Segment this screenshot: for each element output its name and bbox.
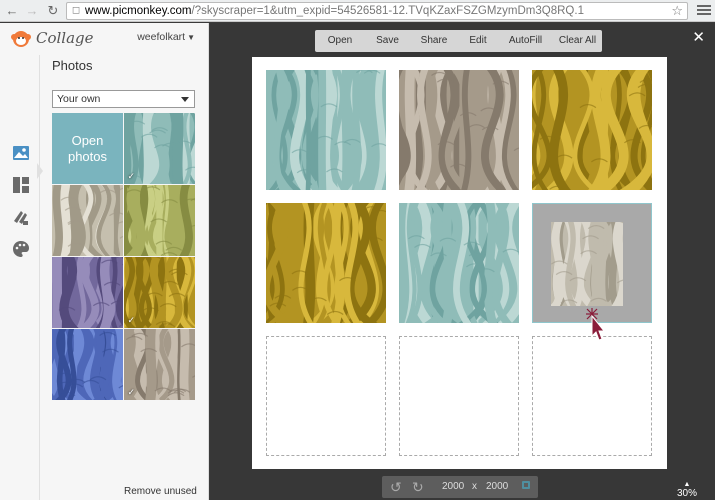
edit-button[interactable]: Edit — [458, 30, 498, 52]
collage-cell-drop-target[interactable] — [532, 203, 652, 323]
reload-icon[interactable]: ↻ — [45, 3, 61, 19]
photo-thumbnail[interactable] — [52, 257, 123, 328]
url-text[interactable]: www.picmonkey.com/?skyscraper=1&utm_expi… — [85, 5, 665, 17]
save-button[interactable]: Save — [365, 30, 410, 52]
canvas-width-value[interactable]: 2000 — [442, 481, 464, 492]
zoom-up-icon: ▲ — [683, 481, 691, 488]
browser-chrome: ← → ↻ ◻ www.picmonkey.com/?skyscraper=1&… — [0, 0, 715, 22]
top-toolbar: Open Save Share Edit AutoFill Clear All — [315, 30, 602, 52]
user-menu[interactable]: weefolkart ▼ — [137, 31, 195, 43]
url-host: www.picmonkey.com — [85, 5, 192, 17]
used-check-icon: ✓ — [127, 171, 135, 181]
clear-all-button[interactable]: Clear All — [553, 30, 602, 52]
forward-arrow-icon[interactable]: → — [24, 3, 40, 19]
undo-icon[interactable]: ↺ — [390, 479, 402, 496]
photo-thumbnail[interactable]: ✓ — [124, 113, 195, 184]
collage-cell-empty[interactable] — [532, 336, 652, 456]
collage-workspace: Open Save Share Edit AutoFill Clear All … — [210, 23, 715, 500]
open-photos-label: Open photos — [67, 132, 108, 164]
photo-source-select[interactable]: Your own — [52, 90, 195, 108]
page-info-icon[interactable]: ◻ — [68, 3, 84, 19]
url-path: /?skyscraper=1&utm_expid=54526581-12.TVq… — [191, 5, 584, 17]
autofill-button[interactable]: AutoFill — [498, 30, 553, 52]
palette-icon[interactable] — [11, 239, 31, 259]
themes-icon[interactable] — [11, 207, 31, 227]
share-button[interactable]: Share — [410, 30, 458, 52]
dimension-separator: x — [472, 481, 477, 492]
monkey-logo-icon — [11, 31, 31, 47]
dragged-photo-preview — [551, 222, 623, 306]
used-check-icon: ✓ — [127, 315, 135, 325]
used-check-icon: ✓ — [127, 387, 135, 397]
collage-cell-photo[interactable] — [399, 203, 519, 323]
photo-thumbnail[interactable]: ✓ — [124, 329, 195, 400]
layouts-icon[interactable] — [11, 175, 31, 195]
lock-ratio-icon[interactable] — [522, 481, 530, 489]
photo-thumbnail[interactable]: ✓ — [124, 257, 195, 328]
close-icon[interactable]: ✕ — [692, 28, 705, 46]
collage-cell-photo[interactable] — [266, 70, 386, 190]
logo-text: Collage — [36, 29, 94, 47]
collage-cell-photo[interactable] — [266, 203, 386, 323]
browser-menu-icon[interactable] — [697, 3, 711, 17]
redo-icon[interactable]: ↻ — [412, 479, 424, 496]
zoom-level: 30% — [676, 488, 697, 499]
active-tab-notch — [37, 163, 43, 179]
collage-canvas[interactable] — [252, 57, 667, 469]
left-panel: Collage weefolkart▼ Photos Your own Ope — [0, 23, 209, 500]
panel-title: Photos — [52, 58, 93, 73]
drag-cursor-icon — [586, 308, 605, 341]
collage-cell-photo[interactable] — [399, 70, 519, 190]
photo-thumbnail[interactable] — [52, 329, 123, 400]
caret-down-icon: ▼ — [187, 33, 195, 42]
collage-cell-empty[interactable] — [266, 336, 386, 456]
back-arrow-icon[interactable]: ← — [4, 3, 20, 19]
tool-rail — [0, 55, 43, 500]
address-bar[interactable]: ◻ www.picmonkey.com/?skyscraper=1&utm_ex… — [66, 2, 688, 20]
photo-thumbnail[interactable] — [52, 185, 123, 256]
canvas-height-value[interactable]: 2000 — [486, 481, 508, 492]
open-button[interactable]: Open — [315, 30, 365, 52]
username: weefolkart — [137, 31, 186, 43]
collage-cell-empty[interactable] — [399, 336, 519, 456]
select-arrow-icon — [181, 97, 189, 102]
zoom-control[interactable]: ▲ 30% — [677, 481, 697, 499]
photo-thumbnail[interactable] — [124, 185, 195, 256]
collage-logo[interactable]: Collage — [10, 27, 94, 49]
bookmark-star-icon[interactable]: ☆ — [671, 3, 683, 19]
photos-icon[interactable] — [11, 143, 31, 163]
open-photos-button[interactable]: Open photos — [52, 113, 123, 184]
remove-unused-link[interactable]: Remove unused — [124, 486, 197, 497]
photo-source-value: Your own — [57, 93, 101, 105]
collage-cell-photo[interactable] — [532, 70, 652, 190]
canvas-size-bar: ↺ ↻ 2000 x 2000 — [382, 476, 538, 498]
